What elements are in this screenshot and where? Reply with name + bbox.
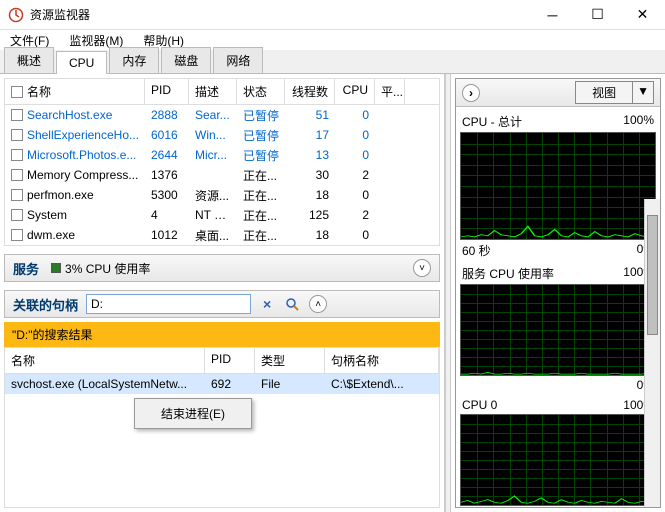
- graph-canvas: [460, 414, 656, 506]
- services-stat: 3% CPU 使用率: [51, 260, 150, 277]
- graph-title: 服务 CPU 使用率: [462, 265, 554, 282]
- right-panel-header: 视图 ▼: [456, 79, 660, 107]
- graph-max: 100%: [623, 113, 654, 130]
- maximize-button[interactable]: ☐: [575, 0, 620, 30]
- table-row[interactable]: perfmon.exe5300资源...正在...180: [5, 185, 439, 205]
- services-section-header[interactable]: 服务 3% CPU 使用率: [4, 254, 440, 282]
- check-all[interactable]: [11, 86, 23, 98]
- col-name[interactable]: 名称: [27, 83, 51, 100]
- search-results-banner: "D:"的搜索结果: [4, 322, 440, 347]
- table-row[interactable]: ShellExperienceHo...6016Win...已暂停170: [5, 125, 439, 145]
- table-row[interactable]: dwm.exe1012桌面...正在...180: [5, 225, 439, 245]
- handles-section-header: 关联的句柄 × ˄: [4, 290, 440, 318]
- process-table-header: 名称 PID 描述 状态 线程数 CPU 平...: [5, 79, 439, 105]
- window-title: 资源监视器: [30, 6, 530, 23]
- services-title: 服务: [13, 259, 39, 278]
- tab-cpu[interactable]: CPU: [56, 51, 107, 74]
- hcol-hname[interactable]: 句柄名称: [325, 348, 439, 373]
- table-row[interactable]: svchost.exe (LocalSystemNetw...692FileC:…: [5, 374, 439, 394]
- col-status[interactable]: 状态: [237, 79, 285, 104]
- close-button[interactable]: ✕: [620, 0, 665, 30]
- graph-block: CPU - 总计100%60 秒0%: [460, 111, 656, 261]
- tab-disk[interactable]: 磁盘: [161, 47, 211, 73]
- hcol-type[interactable]: 类型: [255, 348, 325, 373]
- handle-search-input[interactable]: [86, 294, 251, 314]
- col-desc[interactable]: 描述: [189, 79, 237, 104]
- graph-canvas: [460, 284, 656, 376]
- handles-title: 关联的句柄: [13, 295, 78, 314]
- splitter[interactable]: [445, 74, 451, 512]
- view-dropdown[interactable]: 视图 ▼: [575, 81, 654, 104]
- graph-canvas: [460, 132, 656, 240]
- row-checkbox[interactable]: [11, 189, 23, 201]
- row-checkbox[interactable]: [11, 169, 23, 181]
- col-avg[interactable]: 平...: [375, 79, 405, 104]
- search-icon[interactable]: [283, 295, 301, 313]
- dropdown-arrow-icon: ▼: [633, 81, 654, 104]
- row-checkbox[interactable]: [11, 209, 23, 221]
- context-menu-end-process[interactable]: 结束进程(E): [137, 401, 249, 426]
- context-menu: 结束进程(E): [134, 398, 252, 429]
- process-table: 名称 PID 描述 状态 线程数 CPU 平... SearchHost.exe…: [4, 78, 440, 246]
- col-threads[interactable]: 线程数: [285, 79, 335, 104]
- table-row[interactable]: Microsoft.Photos.e...2644Micr...已暂停130: [5, 145, 439, 165]
- graph-title: CPU - 总计: [462, 113, 522, 130]
- scrollbar-vertical[interactable]: [644, 199, 660, 507]
- table-row[interactable]: SearchHost.exe2888Sear...已暂停510: [5, 105, 439, 125]
- right-panel: 视图 ▼ CPU - 总计100%60 秒0%服务 CPU 使用率100%0%C…: [455, 78, 661, 508]
- graph-title: CPU 0: [462, 398, 497, 412]
- left-panel: 名称 PID 描述 状态 线程数 CPU 平... SearchHost.exe…: [0, 74, 445, 512]
- chevron-up-icon[interactable]: ˄: [309, 295, 327, 313]
- row-checkbox[interactable]: [11, 229, 23, 241]
- tab-overview[interactable]: 概述: [4, 47, 54, 73]
- scrollbar-thumb[interactable]: [647, 215, 658, 335]
- app-icon: [8, 7, 24, 23]
- row-checkbox[interactable]: [11, 109, 23, 121]
- hcol-pid[interactable]: PID: [205, 348, 255, 373]
- table-row[interactable]: Memory Compress...1376正在...302: [5, 165, 439, 185]
- hcol-name[interactable]: 名称: [5, 348, 205, 373]
- stat-color-box: [51, 263, 61, 273]
- graph-xlabel: 60 秒: [462, 242, 491, 259]
- table-row[interactable]: System4NT K...正在...1252: [5, 205, 439, 225]
- col-pid[interactable]: PID: [145, 79, 189, 104]
- tab-memory[interactable]: 内存: [109, 47, 159, 73]
- tab-network[interactable]: 网络: [213, 47, 263, 73]
- collapse-right-icon[interactable]: [462, 84, 480, 102]
- graph-block: 服务 CPU 使用率100%0%: [460, 263, 656, 394]
- handles-table-header: 名称 PID 类型 句柄名称: [5, 348, 439, 374]
- col-cpu[interactable]: CPU: [335, 79, 375, 104]
- tabbar: 概述 CPU 内存 磁盘 网络: [0, 50, 665, 74]
- menubar: 文件(F) 监视器(M) 帮助(H): [0, 30, 665, 50]
- graph-block: CPU 0100%: [460, 396, 656, 506]
- chevron-down-icon[interactable]: [413, 259, 431, 277]
- clear-search-icon[interactable]: ×: [259, 296, 275, 312]
- row-checkbox[interactable]: [11, 149, 23, 161]
- minimize-button[interactable]: ─: [530, 0, 575, 30]
- titlebar: 资源监视器 ─ ☐ ✕: [0, 0, 665, 30]
- row-checkbox[interactable]: [11, 129, 23, 141]
